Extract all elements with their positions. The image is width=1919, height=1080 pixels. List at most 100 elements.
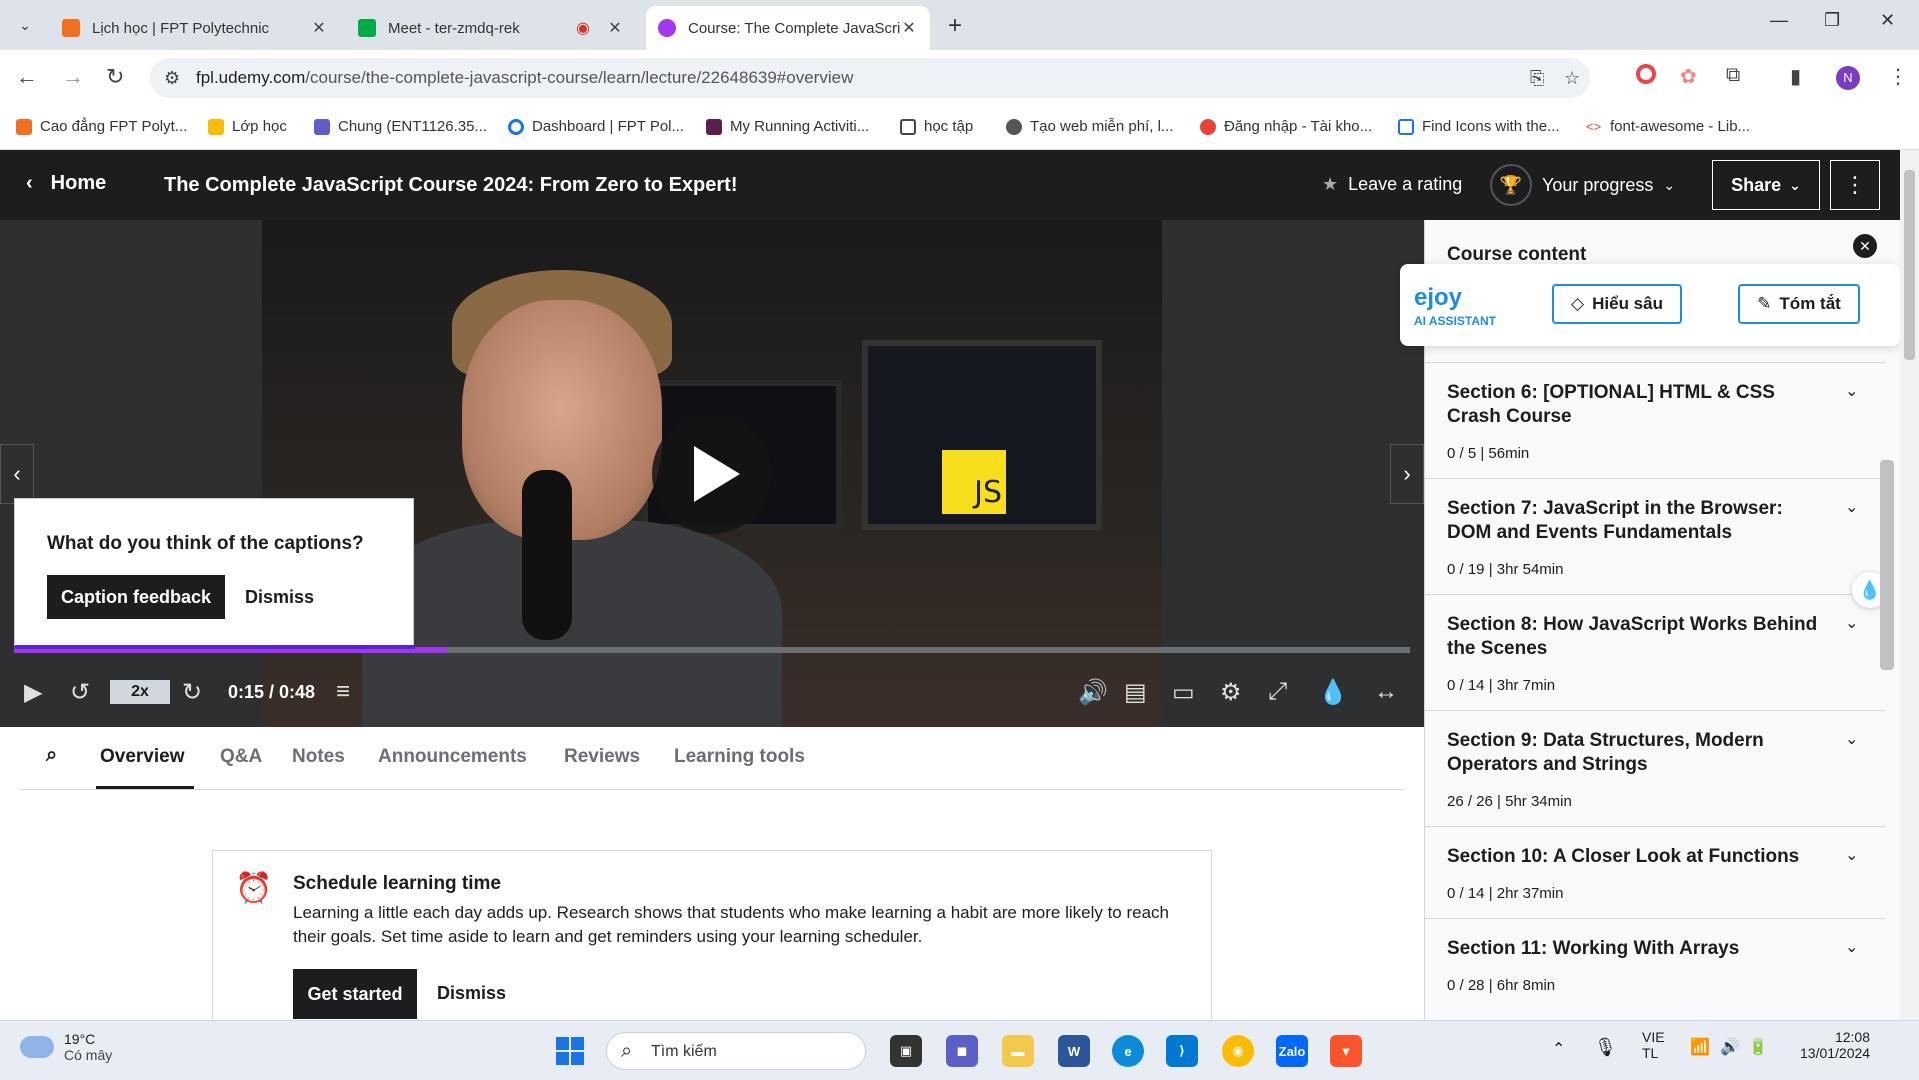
bookmark-item[interactable]: My Running Activiti...: [706, 118, 869, 135]
edge-icon[interactable]: e: [1112, 1035, 1144, 1067]
minimize-icon[interactable]: —: [1770, 10, 1788, 31]
bookmark-item[interactable]: Tạo web miễn phí, l...: [1006, 118, 1173, 135]
sidebar-scroll-thumb[interactable]: [1880, 460, 1894, 670]
expand-width-icon[interactable]: ↔: [1374, 678, 1398, 706]
progress-dropdown[interactable]: 🏆 Your progress ⌄: [1490, 164, 1675, 206]
volume-icon[interactable]: 🔊: [1078, 678, 1108, 707]
home-link[interactable]: ‹ Home: [26, 172, 106, 195]
zalo-icon[interactable]: Zalo: [1276, 1035, 1308, 1067]
browser-tab-fpt[interactable]: Lịch học | FPT Polytechnic ✕: [50, 6, 340, 50]
tray-chevron-up-icon[interactable]: ⌃: [1552, 1039, 1565, 1059]
dismiss-schedule-button[interactable]: Dismiss: [437, 983, 506, 1004]
tab-learning-tools[interactable]: Learning tools: [674, 746, 805, 768]
brave-icon[interactable]: ▼: [1330, 1035, 1362, 1067]
reload-icon[interactable]: ↻: [106, 64, 124, 90]
more-options-icon[interactable]: ⋮: [1830, 160, 1880, 210]
section-item[interactable]: Section 11: Working With Arrays 0 / 28 |…: [1425, 918, 1885, 1020]
dismiss-caption-button[interactable]: Dismiss: [245, 587, 314, 608]
new-tab-plus-icon[interactable]: +: [948, 12, 962, 40]
bookmark-star-icon[interactable]: ☆: [1564, 68, 1580, 89]
caption-feedback-button[interactable]: Caption feedback: [47, 575, 225, 619]
browser-tab-meet[interactable]: Meet - ter-zmdq-rek ◉ ✕: [346, 6, 636, 50]
site-info-icon[interactable]: ⚙: [164, 68, 180, 89]
close-tab-icon[interactable]: ✕: [606, 18, 624, 38]
close-window-icon[interactable]: ✕: [1880, 10, 1895, 31]
vscode-icon[interactable]: ⟩: [1166, 1035, 1198, 1067]
back-arrow-icon[interactable]: ←: [16, 64, 38, 90]
share-button[interactable]: Share ⌄: [1712, 160, 1820, 210]
tab-notes[interactable]: Notes: [292, 746, 345, 768]
hieu-sau-button[interactable]: ◇ Hiểu sâu: [1552, 284, 1682, 324]
forward-icon[interactable]: ↻: [182, 678, 202, 707]
next-lecture-icon[interactable]: ›: [1390, 444, 1424, 504]
bookmark-folder[interactable]: học tập: [900, 118, 973, 135]
teams-chat-icon[interactable]: ◼: [946, 1035, 978, 1067]
tab-overview[interactable]: Overview: [100, 746, 185, 768]
section-item[interactable]: Section 10: A Closer Look at Functions 0…: [1425, 826, 1885, 918]
page-scroll-thumb[interactable]: [1904, 170, 1915, 360]
section-item[interactable]: Section 7: JavaScript in the Browser: DO…: [1425, 478, 1885, 594]
weather-widget[interactable]: 19°C Có mây: [20, 1031, 112, 1063]
translate-icon[interactable]: ⎘: [1530, 68, 1544, 89]
side-panel-icon[interactable]: ▮: [1790, 64, 1801, 89]
bookmark-item[interactable]: Find Icons with the...: [1398, 118, 1560, 135]
chrome-menu-icon[interactable]: ⋮: [1888, 64, 1908, 89]
language-indicator[interactable]: VIE TL: [1642, 1029, 1665, 1061]
playback-speed-button[interactable]: 2x: [110, 680, 170, 704]
add-note-icon[interactable]: ≡: [336, 678, 350, 706]
taskbar-search[interactable]: ⌕ Tìm kiếm: [606, 1032, 866, 1070]
bookmark-item[interactable]: <> font-awesome - Lib...: [1586, 118, 1750, 135]
browser-tab-udemy[interactable]: Course: The Complete JavaScrip ✕: [646, 6, 930, 50]
address-bar[interactable]: ⚙ fpl.udemy.com/course/the-complete-java…: [150, 58, 1590, 98]
settings-gear-icon[interactable]: ⚙: [1220, 678, 1242, 707]
bookmark-item[interactable]: Chung (ENT1126.35...: [314, 118, 487, 135]
extension-fpt-icon[interactable]: ✿: [1680, 64, 1697, 89]
rewind-icon[interactable]: ↺: [70, 678, 90, 707]
extensions-puzzle-icon[interactable]: ⧉: [1726, 64, 1740, 87]
battery-icon[interactable]: 🔋: [1748, 1037, 1768, 1057]
get-started-button[interactable]: Get started: [293, 969, 417, 1019]
course-tabs: ⌕ Overview Q&A Notes Announcements Revie…: [20, 742, 1404, 790]
task-view-icon[interactable]: ▣: [890, 1035, 922, 1067]
section-item[interactable]: Section 6: [OPTIONAL] HTML & CSS Crash C…: [1425, 362, 1885, 478]
captions-icon[interactable]: ▭: [1172, 678, 1195, 707]
bookmark-item[interactable]: Dashboard | FPT Pol...: [508, 118, 684, 135]
close-icon[interactable]: ✕: [1853, 234, 1877, 258]
fullscreen-icon[interactable]: ⤢: [1268, 678, 1287, 706]
search-icon[interactable]: ⌕: [46, 744, 57, 767]
transcript-icon[interactable]: ▤: [1124, 678, 1147, 707]
section-item[interactable]: Section 8: How JavaScript Works Behind t…: [1425, 594, 1885, 710]
section-meta: 26 / 26 | 5hr 34min: [1447, 793, 1572, 810]
bookmark-item[interactable]: Đăng nhập - Tài kho...: [1200, 118, 1372, 135]
bookmark-item[interactable]: Lớp học: [208, 118, 287, 135]
wifi-icon[interactable]: 📶: [1690, 1037, 1710, 1057]
microphone-image: [522, 470, 572, 640]
leave-rating-button[interactable]: ★ Leave a rating: [1322, 174, 1462, 195]
tab-reviews[interactable]: Reviews: [564, 746, 640, 768]
word-icon[interactable]: W: [1058, 1035, 1090, 1067]
forward-arrow-icon[interactable]: →: [62, 64, 84, 90]
profile-avatar[interactable]: N: [1836, 66, 1860, 90]
close-tab-icon[interactable]: ✕: [900, 18, 918, 38]
tom-tat-button[interactable]: ✎ Tóm tắt: [1738, 284, 1860, 324]
previous-lecture-icon[interactable]: ‹: [0, 444, 34, 504]
chrome-icon[interactable]: ◉: [1222, 1035, 1254, 1067]
bookmark-item[interactable]: Cao đẳng FPT Polyt...: [16, 118, 187, 135]
play-icon[interactable]: ▶: [24, 678, 42, 707]
windows-start-icon[interactable]: [556, 1037, 584, 1065]
url-text[interactable]: fpl.udemy.com/course/the-complete-javasc…: [196, 68, 853, 88]
clock[interactable]: 12:08 13/01/2024: [1800, 1029, 1870, 1061]
page-scrollbar[interactable]: [1900, 150, 1919, 1020]
ejoy-drop-icon[interactable]: 💧: [1318, 678, 1348, 707]
file-explorer-icon[interactable]: ▬: [1002, 1035, 1034, 1067]
tab-announcements[interactable]: Announcements: [378, 746, 527, 768]
tab-qa[interactable]: Q&A: [220, 746, 262, 768]
tab-search-chevron-icon[interactable]: ⌄: [10, 10, 40, 40]
microphone-icon[interactable]: 🎙: [1594, 1037, 1617, 1058]
play-overlay-button[interactable]: [652, 414, 772, 534]
section-item[interactable]: Section 9: Data Structures, Modern Opera…: [1425, 710, 1885, 826]
volume-icon[interactable]: 🔊: [1720, 1037, 1740, 1057]
extension-color-icon[interactable]: [1636, 64, 1656, 90]
close-tab-icon[interactable]: ✕: [310, 18, 328, 38]
maximize-icon[interactable]: ❐: [1824, 10, 1840, 31]
